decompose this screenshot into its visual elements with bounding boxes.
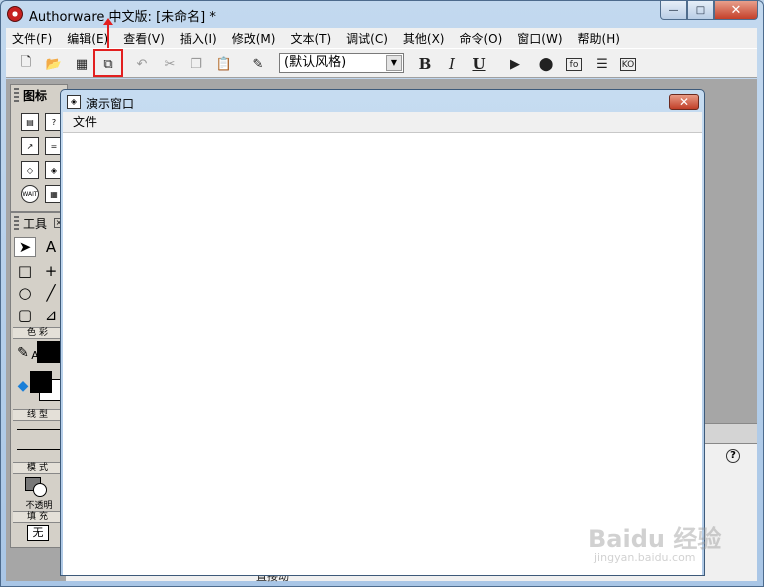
text-style-value: (默认风格) — [284, 55, 347, 70]
color-section-label: 色彩 — [13, 327, 65, 339]
menu-file[interactable]: 文件(F) — [12, 30, 52, 47]
highlight-box — [93, 49, 123, 77]
icons-palette-label: 图标 — [23, 88, 48, 103]
presentation-window: ◈ 演示窗口 ✕ 文件 — [60, 89, 705, 576]
tools-palette-label: 工具 — [23, 216, 48, 231]
properties-pane-header — [705, 424, 757, 444]
chevron-down-icon[interactable]: ▼ — [386, 55, 402, 71]
window-title: Authorware 中文版: [未命名] * — [29, 10, 216, 25]
open-folder-icon[interactable]: 📂 — [44, 55, 64, 73]
line-medium-sample[interactable] — [17, 449, 61, 450]
watermark-brand: Baidu 经验 — [588, 525, 722, 553]
undo-icon[interactable]: ↶ — [132, 55, 152, 73]
menu-help[interactable]: 帮助(H) — [578, 30, 620, 47]
pointer-tool[interactable]: ➤ — [14, 237, 36, 257]
menu-window[interactable]: 窗口(W) — [517, 30, 562, 47]
bold-button[interactable]: B — [415, 55, 435, 73]
window-controls: — □ ✕ — [660, 1, 758, 20]
motion-icon[interactable]: ↗ — [21, 137, 39, 155]
title-bar[interactable]: Authorware 中文版: [未命名] * — □ ✕ — [1, 1, 763, 28]
run-icon[interactable]: ▶ — [505, 55, 525, 73]
close-button[interactable]: ✕ — [714, 1, 758, 20]
maximize-button[interactable]: □ — [687, 1, 714, 20]
functions-button[interactable]: fo — [566, 58, 582, 71]
italic-button[interactable]: I — [442, 55, 462, 73]
fill-section-label: 填充 — [13, 511, 65, 523]
wait-icon[interactable]: WAIT — [21, 185, 39, 203]
crosshair-tool[interactable]: + — [40, 261, 62, 281]
menu-view[interactable]: 查看(V) — [123, 30, 165, 47]
baidu-watermark: Baidu 经验 jingyan.baidu.com — [588, 519, 728, 579]
menu-text[interactable]: 文本(T) — [290, 30, 331, 47]
mode-section-label: 模式 — [13, 462, 65, 474]
presentation-window-title: 演示窗口 — [86, 97, 135, 111]
grip-icon[interactable] — [14, 216, 19, 230]
annotation-arrow-line — [107, 22, 109, 48]
help-icon[interactable]: ? — [726, 449, 740, 463]
ellipse-tool[interactable]: ○ — [14, 283, 36, 303]
menu-modify[interactable]: 修改(M) — [232, 30, 276, 47]
fill-value-button[interactable]: 无 — [27, 525, 49, 541]
mode-circle-icon[interactable] — [33, 483, 47, 497]
stroke-color-swatch[interactable] — [37, 341, 61, 363]
menu-insert[interactable]: 插入(I) — [180, 30, 217, 47]
presentation-window-icon[interactable]: ◈ — [67, 95, 81, 109]
rectangle-tool[interactable]: □ — [14, 261, 36, 281]
menu-edit[interactable]: 编辑(E) — [67, 30, 108, 47]
presentation-menu-bar: 文件 — [63, 112, 702, 132]
erase-icon[interactable]: ◇ — [21, 161, 39, 179]
underline-button[interactable]: U — [469, 55, 489, 73]
menu-command[interactable]: 命令(O) — [459, 30, 502, 47]
watermark-url: jingyan.baidu.com — [594, 551, 696, 564]
icons-palette-title[interactable]: 图标 — [11, 85, 67, 105]
annotation-arrow-head — [103, 18, 113, 25]
authorware-app-icon[interactable] — [7, 6, 23, 22]
tools-palette-title[interactable]: 工具 × — [11, 213, 67, 233]
find-icon[interactable]: ✎ — [248, 55, 268, 73]
grip-icon[interactable] — [14, 88, 19, 102]
presentation-close-button[interactable]: ✕ — [669, 94, 699, 110]
new-file-icon[interactable]: 🗋 — [16, 55, 36, 73]
menu-debug[interactable]: 调试(C) — [346, 30, 388, 47]
text-tool[interactable]: A — [40, 237, 62, 257]
text-style-select[interactable]: (默认风格) ▼ — [279, 53, 404, 73]
mode-value-label: 不透明 — [25, 501, 53, 511]
polygon-tool[interactable]: ⊿ — [40, 305, 62, 325]
cut-icon[interactable]: ✂ — [160, 55, 180, 73]
line-tool[interactable]: ╱ — [40, 283, 62, 303]
foreground-color-swatch[interactable] — [30, 371, 52, 393]
presentation-menu-file[interactable]: 文件 — [73, 115, 97, 129]
knowledge-objects-button[interactable]: KO — [620, 58, 636, 71]
paste-icon[interactable]: 📋 — [214, 55, 234, 73]
save-all-icon[interactable]: ▦ — [72, 55, 92, 73]
rounded-rect-tool[interactable]: ▢ — [14, 305, 36, 325]
line-thin-sample[interactable] — [17, 429, 61, 430]
copy-icon[interactable]: ❐ — [186, 55, 206, 73]
menu-other[interactable]: 其他(X) — [403, 30, 445, 47]
variables-icon[interactable]: ☰ — [592, 55, 612, 73]
display-icon[interactable]: ▤ — [21, 113, 39, 131]
control-panel-icon[interactable]: ⬤ — [536, 55, 556, 73]
presentation-stage[interactable] — [63, 132, 702, 575]
menu-bar: 文件(F) 编辑(E) 查看(V) 插入(I) 修改(M) 文本(T) 调试(C… — [6, 28, 757, 48]
line-section-label: 线型 — [13, 409, 65, 421]
minimize-button[interactable]: — — [660, 1, 687, 20]
